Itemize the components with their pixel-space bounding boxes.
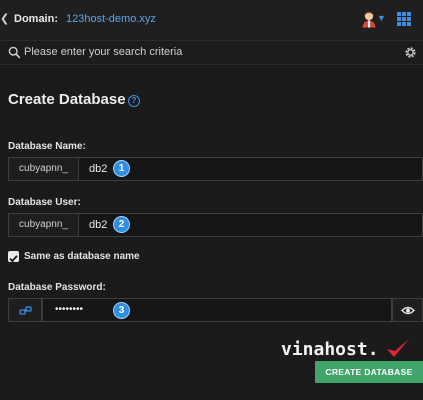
settings-gear-icon[interactable] <box>404 46 417 59</box>
checkmark-icon <box>9 255 18 263</box>
eye-icon <box>401 306 415 315</box>
database-name-label: Database Name: <box>8 141 86 152</box>
step-badge-2: 2 <box>113 216 130 233</box>
toggle-password-visibility-button[interactable] <box>392 298 423 322</box>
page-title: Create Database <box>8 91 126 108</box>
back-chevron-icon[interactable]: ❮ <box>0 12 9 25</box>
search-icon <box>8 46 21 59</box>
step-badge-1: 1 <box>113 160 130 177</box>
database-name-prefix: cubyapnn_ <box>9 158 79 180</box>
help-icon[interactable]: ? <box>128 95 140 107</box>
database-name-value[interactable]: db2 <box>89 158 107 180</box>
watermark-check-icon <box>387 339 409 357</box>
search-bar <box>0 41 423 65</box>
user-avatar-icon[interactable] <box>360 10 378 28</box>
database-user-field[interactable]: cubyapnn_ db2 <box>8 213 423 237</box>
generate-password-button[interactable] <box>8 298 42 322</box>
vinahost-watermark: vinahost. <box>281 337 413 363</box>
database-user-label: Database User: <box>8 197 81 208</box>
same-as-name-checkbox[interactable] <box>8 251 19 263</box>
database-user-value[interactable]: db2 <box>89 214 107 236</box>
create-database-button[interactable]: CREATE DATABASE <box>315 361 423 383</box>
database-name-field[interactable]: cubyapnn_ db2 <box>8 157 423 181</box>
top-bar: ❮ Domain: 123host-demo.xyz ▼ <box>0 0 423 41</box>
key-generate-icon <box>19 306 32 315</box>
domain-label: Domain: <box>14 13 58 25</box>
database-user-prefix: cubyapnn_ <box>9 214 79 236</box>
apps-grid-icon[interactable] <box>397 12 411 26</box>
database-password-value[interactable]: •••••••• <box>55 299 83 321</box>
domain-value[interactable]: 123host-demo.xyz <box>66 13 156 25</box>
watermark-text: vinahost. <box>281 339 379 360</box>
database-password-field[interactable]: •••••••• <box>42 298 392 322</box>
database-password-label: Database Password: <box>8 282 106 293</box>
same-as-name-label: Same as database name <box>24 251 140 262</box>
search-input[interactable] <box>24 43 394 61</box>
caret-down-icon[interactable]: ▼ <box>377 13 386 23</box>
step-badge-3: 3 <box>113 302 130 319</box>
